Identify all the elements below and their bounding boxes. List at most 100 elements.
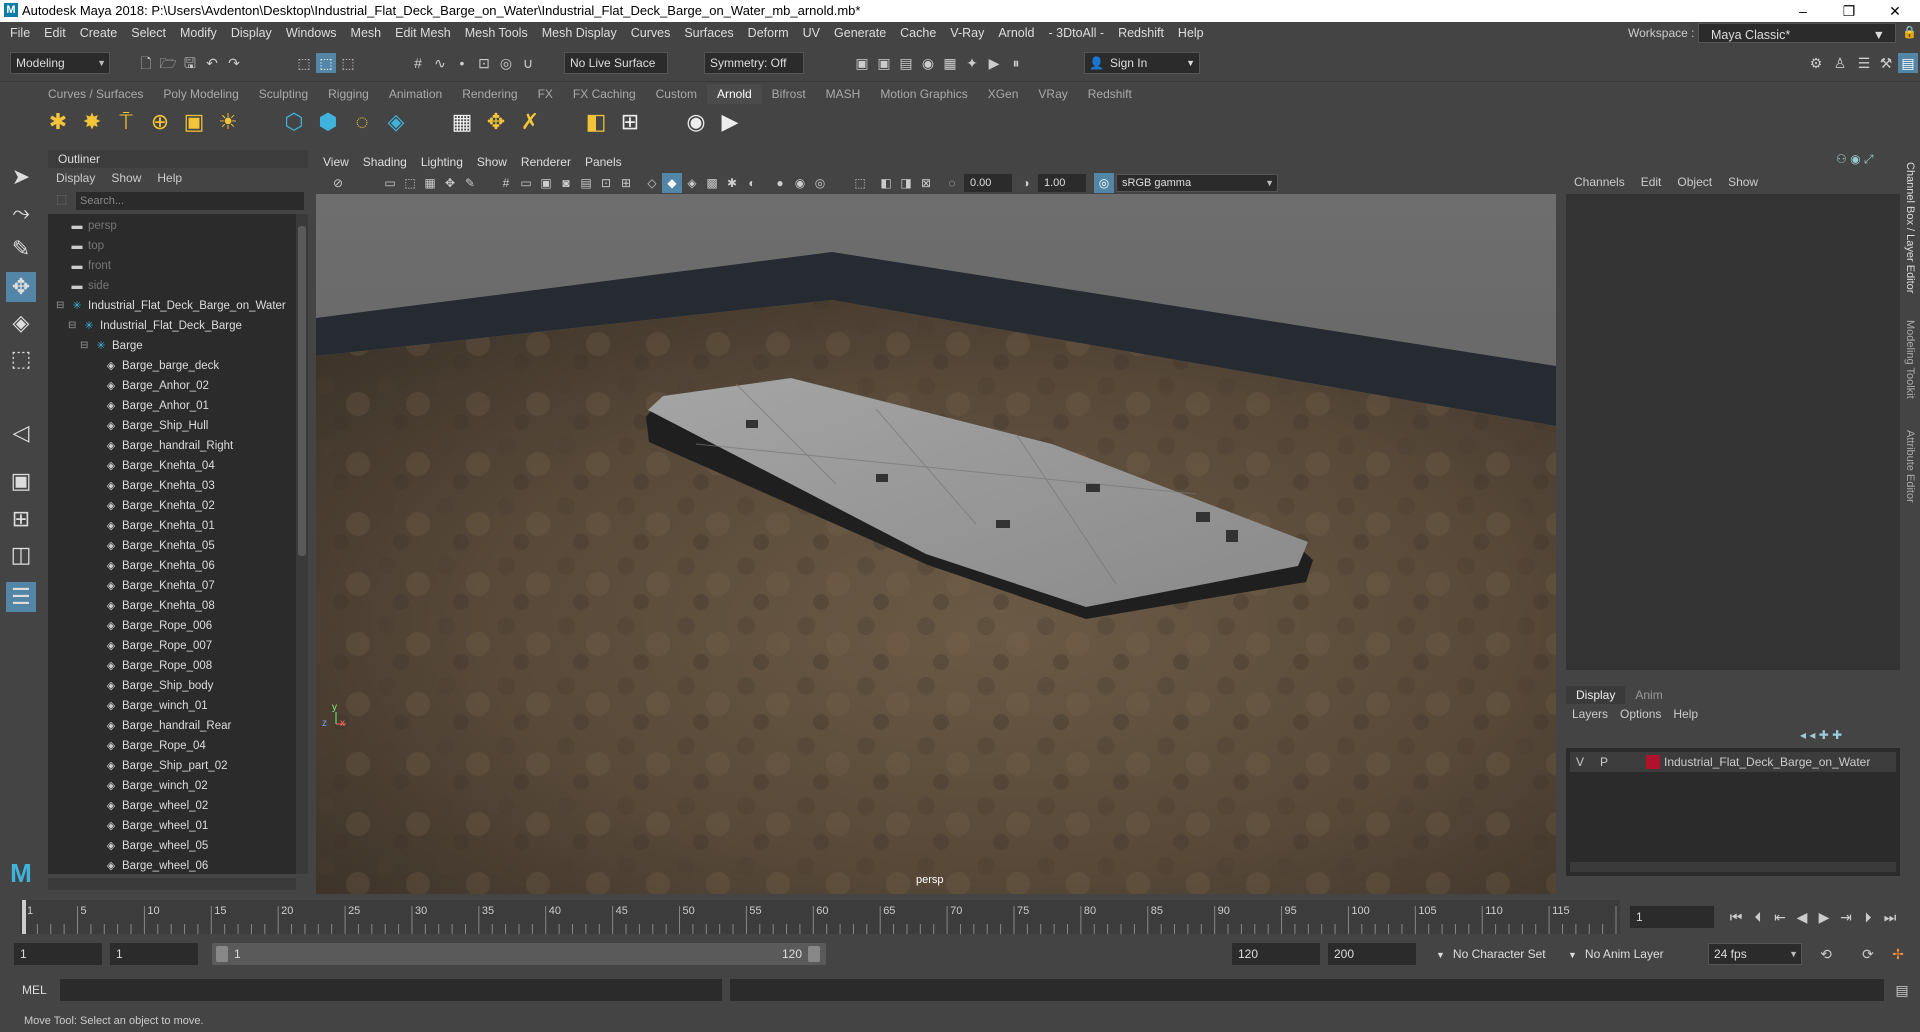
menu-edit[interactable]: Edit xyxy=(37,22,73,44)
area-light-icon[interactable]: ✱ xyxy=(44,108,72,136)
outliner-item[interactable]: ◈ Barge_wheel_05 xyxy=(104,836,209,856)
viewport-menu-renderer[interactable]: Renderer xyxy=(514,152,578,172)
command-language-label[interactable]: MEL xyxy=(22,976,47,1004)
outliner-search-input[interactable]: Search... xyxy=(76,192,304,210)
textured-icon[interactable]: ▩ xyxy=(702,173,722,193)
script-editor-icon[interactable]: ▤ xyxy=(1892,980,1912,1000)
shelf-tab-mash[interactable]: MASH xyxy=(816,84,871,104)
menu-surfaces[interactable]: Surfaces xyxy=(677,22,740,44)
grid-toggle-icon[interactable]: # xyxy=(496,173,516,193)
photometric-light-icon[interactable]: ⍑ xyxy=(112,108,140,136)
shelf-tab-curves-surfaces[interactable]: Curves / Surfaces xyxy=(38,84,153,104)
two-view-layout-icon[interactable]: ◫ xyxy=(6,540,36,570)
exposure-field[interactable]: 0.00 xyxy=(964,174,1012,192)
menu-display[interactable]: Display xyxy=(224,22,279,44)
modeling-toolkit-icon[interactable]: ⚙ xyxy=(1806,53,1826,73)
last-tool-icon[interactable]: ◁ xyxy=(6,418,36,448)
outliner-item[interactable]: ◈ Barge_Anhor_01 xyxy=(104,396,209,416)
viewport-menu-shading[interactable]: Shading xyxy=(356,152,414,172)
outliner-item[interactable]: ◈ Barge_winch_01 xyxy=(104,696,208,716)
outliner-item[interactable]: ◈ Barge_Rope_007 xyxy=(104,636,212,656)
channel-box-toggle-icon[interactable]: ▤ xyxy=(1898,53,1918,73)
shelf-tab-animation[interactable]: Animation xyxy=(379,84,452,104)
outliner-item[interactable]: ◈ Barge_Knehta_04 xyxy=(104,456,215,476)
gamma-field[interactable]: 1.00 xyxy=(1038,174,1086,192)
render-current-frame-icon[interactable]: ▣ xyxy=(852,53,872,73)
field-chart-icon[interactable]: ▤ xyxy=(576,173,596,193)
menu-set-dropdown[interactable]: Modeling ▼ xyxy=(10,52,110,74)
arnold-utilities-icon[interactable]: ⊞ xyxy=(616,108,644,136)
color-management-icon[interactable]: ◎ xyxy=(1094,173,1114,193)
menu-curves[interactable]: Curves xyxy=(624,22,678,44)
perspective-viewport[interactable]: y x z persp xyxy=(316,194,1556,894)
menu-3dtoall[interactable]: - 3DtoAll - xyxy=(1041,22,1111,44)
command-input[interactable] xyxy=(60,979,722,1001)
anim-layer-dropdown[interactable]: ▼ No Anim Layer xyxy=(1568,943,1664,966)
outliner-item[interactable]: ◈ Barge_Knehta_06 xyxy=(104,556,215,576)
smooth-shade-icon[interactable]: ◆ xyxy=(662,173,682,193)
live-surface-field[interactable]: No Live Surface xyxy=(564,52,668,74)
menu-modify[interactable]: Modify xyxy=(173,22,224,44)
channel-menu-edit[interactable]: Edit xyxy=(1633,172,1670,192)
outliner-item[interactable]: ◈ Barge_Rope_006 xyxy=(104,616,212,636)
time-slider[interactable]: 1 5 10 15 20 25 30 35 40 45 50 55 60 65 70 75 80 85 90 95 10… xyxy=(20,900,1637,934)
menu-select[interactable]: Select xyxy=(124,22,173,44)
workspace-dropdown[interactable]: Maya Classic* ▼ xyxy=(1698,23,1896,43)
minimize-button[interactable]: – xyxy=(1780,0,1826,22)
shelf-tab-custom[interactable]: Custom xyxy=(646,84,707,104)
new-scene-icon[interactable]: 🗋 xyxy=(136,53,156,73)
outliner-item[interactable]: ◈ Barge_Anhor_02 xyxy=(104,376,209,396)
go-to-start-icon[interactable]: ⏮ xyxy=(1726,907,1746,927)
outliner-item[interactable]: ◈ Barge_Knehta_03 xyxy=(104,476,215,496)
shelf-tab-arnold[interactable]: Arnold xyxy=(706,84,762,104)
side-tab-attribute-editor[interactable]: Attribute Editor xyxy=(1904,430,1916,503)
render-view-eye-icon[interactable]: ◉ xyxy=(682,108,710,136)
render-play-icon[interactable]: ▶ xyxy=(716,108,744,136)
xray-icon[interactable]: ◧ xyxy=(876,173,896,193)
undo-icon[interactable]: ↶ xyxy=(202,53,222,73)
layer-menu-options[interactable]: Options xyxy=(1614,704,1667,724)
outliner-item[interactable]: ◈ Barge_Knehta_05 xyxy=(104,536,215,556)
outliner-item[interactable]: ◈ Barge_Rope_008 xyxy=(104,656,212,676)
outliner-item[interactable]: ◈ Barge_Knehta_08 xyxy=(104,596,215,616)
arnold-ipr-icon[interactable]: ▶ xyxy=(984,53,1004,73)
layer-tab-display[interactable]: Display xyxy=(1566,686,1626,704)
shelf-tab-bifrost[interactable]: Bifrost xyxy=(762,84,816,104)
render-settings-icon[interactable]: ▤ xyxy=(896,53,916,73)
menu-edit-mesh[interactable]: Edit Mesh xyxy=(388,22,458,44)
menu-windows[interactable]: Windows xyxy=(279,22,344,44)
animation-start-field[interactable]: 1 xyxy=(14,943,102,965)
channel-menu-show[interactable]: Show xyxy=(1720,172,1766,192)
shelf-tab-vray[interactable]: VRay xyxy=(1028,84,1077,104)
shelf-tab-redshift[interactable]: Redshift xyxy=(1078,84,1142,104)
playback-start-field[interactable]: 1 xyxy=(110,943,198,965)
outliner-item[interactable]: ◈ Barge_barge_deck xyxy=(104,356,219,376)
ambient-occlusion-icon[interactable]: ● xyxy=(770,173,790,193)
layer-menu-layers[interactable]: Layers xyxy=(1566,704,1614,724)
layer-action-icons[interactable]: ◂ ◂ ✚ ✚ xyxy=(1800,728,1842,742)
select-tool-icon[interactable]: ➤ xyxy=(6,162,36,192)
menu-vray[interactable]: V-Ray xyxy=(943,22,991,44)
create-material-icon[interactable]: ▦ xyxy=(448,108,476,136)
go-to-end-icon[interactable]: ⏭ xyxy=(1880,907,1900,927)
viewport-menu-show[interactable]: Show xyxy=(470,152,514,172)
menu-deform[interactable]: Deform xyxy=(741,22,796,44)
lock-icon[interactable]: 🔒 xyxy=(1902,25,1917,39)
loop-icon[interactable]: ⟲ xyxy=(1816,944,1836,964)
animation-preferences-icon[interactable]: ✢ xyxy=(1888,944,1908,964)
outliner-item[interactable]: ◈ Barge_Knehta_02 xyxy=(104,496,215,516)
motion-blur-icon[interactable]: ◉ xyxy=(790,173,810,193)
shelf-tab-fx-caching[interactable]: FX Caching xyxy=(563,84,646,104)
anti-aliasing-icon[interactable]: ◎ xyxy=(810,173,830,193)
channel-box-icons[interactable]: ⚇ ◉ ⤢ xyxy=(1836,152,1874,167)
outliner-item[interactable]: ◈ Barge_Rope_04 xyxy=(104,736,206,756)
character-set-dropdown[interactable]: ▼ No Character Set xyxy=(1436,943,1546,966)
safe-action-icon[interactable]: ⊡ xyxy=(596,173,616,193)
shelf-tab-rigging[interactable]: Rigging xyxy=(318,84,379,104)
physical-sky-icon[interactable]: ☀ xyxy=(214,108,242,136)
collapse-toggle-icon[interactable]: ⊟ xyxy=(80,336,88,356)
xray-joints-icon[interactable]: ◨ xyxy=(896,173,916,193)
four-view-layout-icon[interactable]: ⊞ xyxy=(6,504,36,534)
outliner-item[interactable]: ◈ Barge_Ship_part_02 xyxy=(104,756,228,776)
xray-components-icon[interactable]: ⊠ xyxy=(916,173,936,193)
